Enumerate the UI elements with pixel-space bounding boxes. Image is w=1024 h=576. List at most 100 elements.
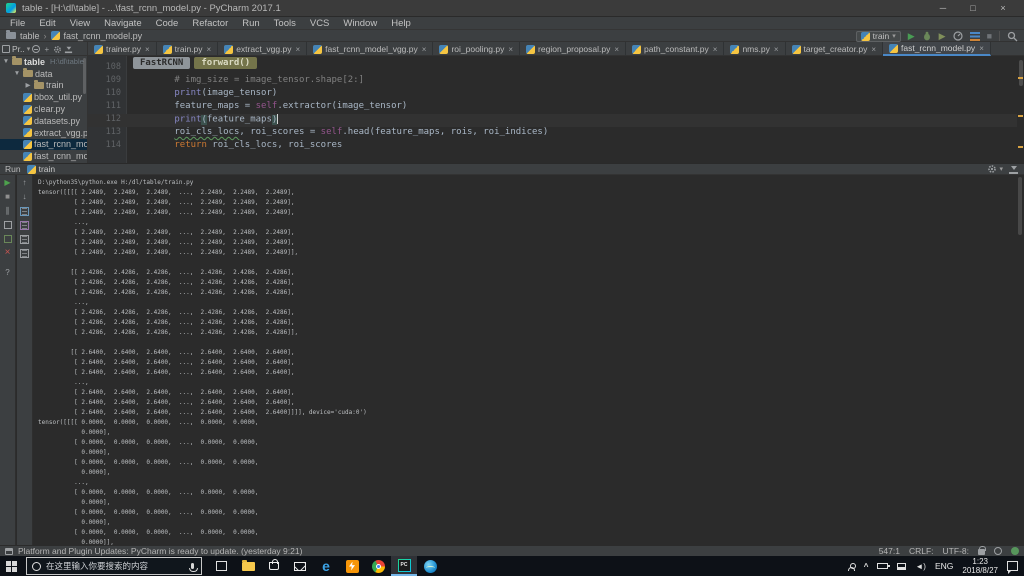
collapse-all-icon[interactable] [32,45,41,53]
menu-item-vcs[interactable]: VCS [303,17,337,30]
chevron-down-icon[interactable]: ▾ [27,45,31,53]
network-icon[interactable] [897,562,907,570]
run-tab-train[interactable]: train [26,164,55,174]
tree-collapsed-icon[interactable]: ▶ [24,81,32,89]
menu-item-run[interactable]: Run [235,17,266,30]
down-stacktrace-button[interactable]: ↓ [23,192,27,202]
restore-layout-button[interactable] [3,220,12,230]
tree-expanded-icon[interactable]: ▼ [2,58,10,65]
code-line[interactable]: # img_size = image_tensor.shape[2:] [131,75,1017,88]
language-indicator[interactable]: ENG [935,561,953,571]
menu-item-view[interactable]: View [63,17,97,30]
menu-item-help[interactable]: Help [384,17,418,30]
tree-item-table[interactable]: ▼ table H:\dl\table [0,56,87,68]
clear-console-button[interactable] [20,248,29,258]
error-stripe-mark[interactable] [1018,146,1023,148]
close-tab-button[interactable]: × [5,248,11,258]
mail-icon[interactable] [287,556,313,576]
tree-item-data[interactable]: ▼ data [0,68,87,80]
file-explorer-icon[interactable] [235,556,261,576]
project-panel-title[interactable]: Pr.. [12,44,25,54]
volume-icon[interactable]: ◄) [915,562,926,571]
code-line[interactable]: return roi_cls_locs, roi_scores [131,140,1017,153]
tab-target_creator.py[interactable]: target_creator.py × [786,42,883,56]
tree-item-extract_vgg.py[interactable]: extract_vgg.py [0,127,87,139]
tab-close-icon[interactable]: × [774,45,779,54]
pause-output-button[interactable]: ∥ [6,206,10,216]
tab-close-icon[interactable]: × [145,45,150,54]
start-button[interactable] [0,556,26,576]
tab-nms.py[interactable]: nms.py × [724,42,786,56]
tab-close-icon[interactable]: × [614,45,619,54]
taskbar-clock[interactable]: 1:23 2018/8/27 [962,557,998,575]
stop-button[interactable]: ■ [987,30,992,42]
hidden-icons-chevron[interactable]: ^ [864,562,869,571]
scroll-to-end-button[interactable] [20,220,29,230]
microphone-icon[interactable] [189,563,198,572]
code-line[interactable]: print(image_tensor) [131,88,1017,101]
run-config-select[interactable]: train ▾ [855,30,901,42]
tab-roi_pooling.py[interactable]: roi_pooling.py × [433,42,521,56]
globe-app-icon[interactable] [417,556,443,576]
run-button[interactable]: ▶ [908,30,915,42]
search-everywhere-icon[interactable] [1007,31,1018,42]
task-view-icon[interactable] [216,561,227,571]
menu-item-navigate[interactable]: Navigate [97,17,149,30]
project-scrollbar[interactable] [83,58,86,94]
gear-icon[interactable] [53,45,62,54]
tab-close-icon[interactable]: × [422,45,427,54]
editor-code[interactable]: # img_size = image_tensor.shape[2:] prin… [131,62,1017,153]
stop-button[interactable]: ■ [5,192,10,202]
close-button[interactable]: × [988,0,1018,16]
up-stacktrace-button[interactable]: ↑ [23,178,27,188]
breadcrumb-file[interactable]: fast_rcnn_model.py [64,31,143,41]
tab-path_constant.py[interactable]: path_constant.py × [626,42,725,56]
tab-fast_rcnn_model.py[interactable]: fast_rcnn_model.py × [883,42,991,56]
code-line[interactable]: print(feature_maps) [131,114,1017,127]
error-stripe-mark[interactable] [1018,77,1023,79]
caret-position[interactable]: 547:1 [879,546,900,556]
tab-close-icon[interactable]: × [508,45,513,54]
menu-item-tools[interactable]: Tools [267,17,303,30]
breadcrumb-project[interactable]: table [20,31,40,41]
tab-close-icon[interactable]: × [207,45,212,54]
soft-wrap-button[interactable] [20,206,29,216]
event-log-icon[interactable] [5,547,13,555]
tab-close-icon[interactable]: × [713,45,718,54]
chrome-icon[interactable] [365,556,391,576]
encoding-select[interactable]: UTF-8: [943,546,969,556]
tree-item-datasets.py[interactable]: datasets.py [0,115,87,127]
profiler-button[interactable] [952,31,963,41]
flash-app-icon[interactable] [339,556,365,576]
tree-expanded-icon[interactable]: ▼ [13,70,21,77]
attach-button[interactable] [3,234,12,244]
tree-item-fast_rcnn_model_vgg.py[interactable]: fast_rcnn_model_vgg.py [0,150,87,162]
gear-icon[interactable]: ▾ [987,164,1003,174]
highlighting-level-icon[interactable] [994,547,1002,555]
print-button[interactable] [20,234,29,244]
tab-train.py[interactable]: train.py × [157,42,219,56]
maximize-button[interactable]: □ [958,0,988,16]
tab-close-icon[interactable]: × [871,45,876,54]
tab-close-icon[interactable]: × [295,45,300,54]
hide-panel-icon[interactable] [65,45,73,53]
minimize-button[interactable]: ─ [928,0,958,16]
menu-item-edit[interactable]: Edit [32,17,62,30]
menu-item-refactor[interactable]: Refactor [185,17,235,30]
battery-icon[interactable] [877,563,891,569]
notification-badge[interactable] [1011,547,1019,555]
locate-file-icon[interactable]: + [42,45,51,54]
tab-close-icon[interactable]: × [979,44,984,53]
readonly-lock-icon[interactable] [978,546,986,555]
breadcrumb-class[interactable]: FastRCNN [133,57,191,69]
tree-item-train[interactable]: ▶ train [0,79,87,92]
tree-item-clear.py[interactable]: clear.py [0,103,87,115]
breadcrumb-method[interactable]: forward() [194,57,258,69]
run-with-coverage-button[interactable]: ▶ [939,30,946,42]
microsoft-store-icon[interactable] [261,556,287,576]
debug-button[interactable] [922,31,932,41]
editor-scrollbar[interactable] [1019,60,1023,86]
tab-trainer.py[interactable]: trainer.py × [88,42,157,56]
menu-item-code[interactable]: Code [149,17,186,30]
menu-item-window[interactable]: Window [336,17,384,30]
